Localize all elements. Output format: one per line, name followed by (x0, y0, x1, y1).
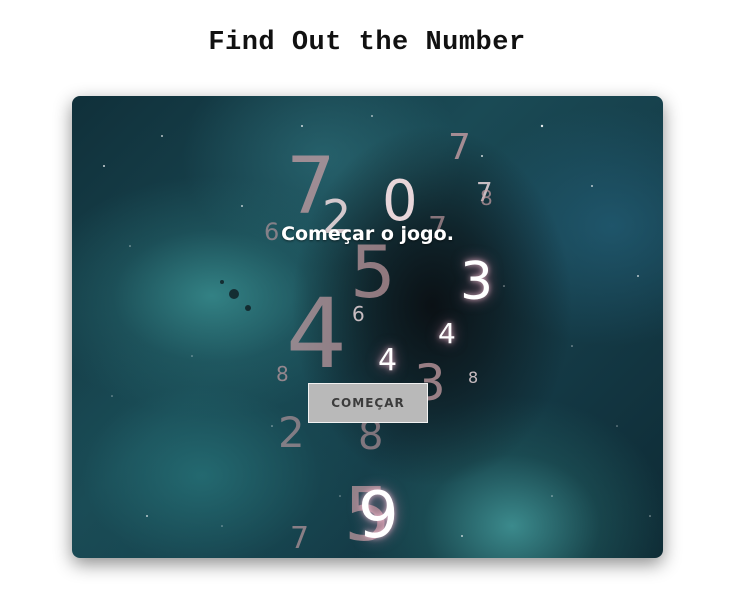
game-board: 7 0 2 7 7 8 6 7 5 3 4 6 4 4 8 3 8 8 2 8 … (72, 96, 663, 558)
starfield (103, 115, 651, 537)
game-prompt: Começar o jogo. (281, 223, 454, 245)
start-game-button[interactable]: COMEÇAR (308, 383, 428, 423)
page-title: Find Out the Number (208, 28, 526, 58)
